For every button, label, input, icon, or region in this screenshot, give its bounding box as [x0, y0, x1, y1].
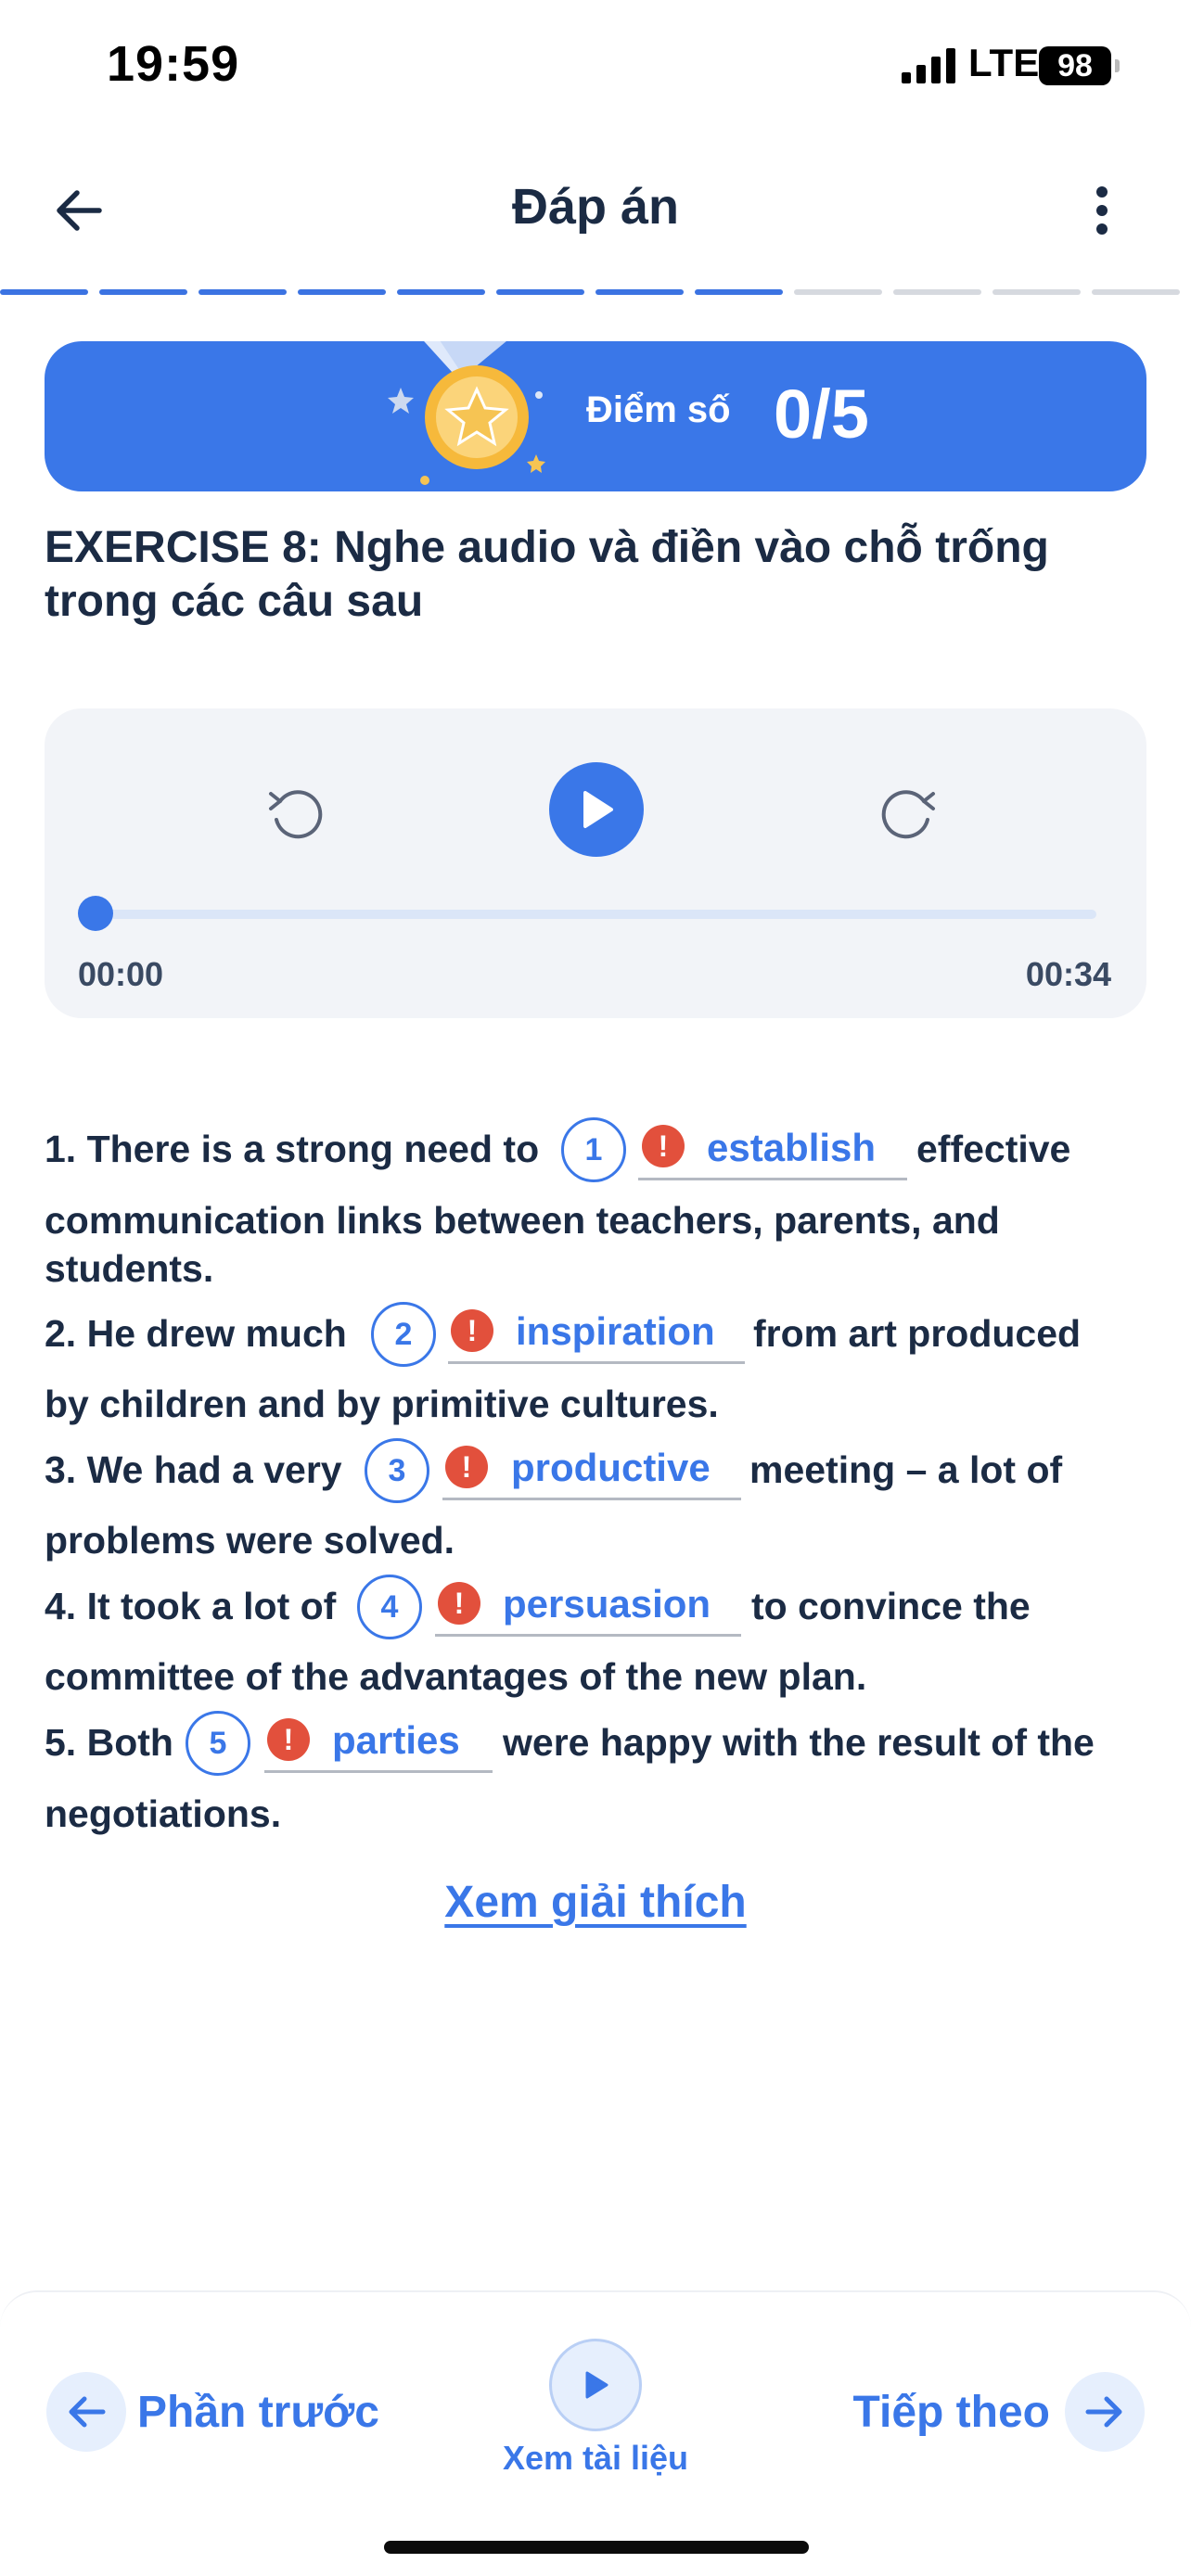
- sentence-4-suffix: to convince the: [751, 1585, 1031, 1627]
- progress-segment: [397, 289, 485, 295]
- play-icon: [585, 2371, 608, 2399]
- more-vertical-icon: [1096, 186, 1108, 235]
- error-icon: !: [451, 1309, 493, 1352]
- answer-2[interactable]: inspiration: [516, 1309, 715, 1354]
- sentence-3-prefix: 3. We had a very: [45, 1448, 342, 1491]
- error-icon: !: [445, 1446, 488, 1488]
- signal-icon: [902, 48, 955, 83]
- rewind-icon[interactable]: [263, 781, 328, 846]
- blank-number-1: 1: [561, 1117, 626, 1182]
- progress-segment: [298, 289, 386, 295]
- error-icon: !: [438, 1582, 480, 1625]
- error-icon: !: [642, 1125, 685, 1167]
- sentence-5-prefix: 5. Both: [45, 1721, 173, 1764]
- next-label: Tiếp theo: [852, 2387, 1050, 2437]
- sentence-1-prefix: 1. There is a strong need to: [45, 1128, 540, 1170]
- more-options-button[interactable]: [1074, 178, 1130, 243]
- error-icon: !: [267, 1718, 310, 1761]
- sentence-5-suffix: were happy with the result of the: [503, 1721, 1095, 1764]
- sentence-3-continuation: problems were solved.: [45, 1519, 455, 1562]
- score-banner: Điểm số 0/5: [45, 341, 1146, 491]
- progress-segment: [496, 289, 584, 295]
- battery-tip: [1115, 59, 1120, 72]
- sentence-1-continuation: students.: [45, 1247, 214, 1290]
- answer-4[interactable]: persuasion: [503, 1582, 711, 1626]
- sentence-4-prefix: 4. It took a lot of: [45, 1585, 337, 1627]
- arrow-right-icon: [1085, 2396, 1122, 2428]
- sentence-3-suffix: meeting – a lot of: [749, 1448, 1063, 1491]
- answer-1[interactable]: establish: [707, 1126, 876, 1170]
- exercise-progress: [0, 289, 1191, 297]
- answer-underline: [435, 1634, 741, 1637]
- explanation-link-wrap: Xem giải thích: [0, 1877, 1191, 1928]
- progress-segment: [0, 289, 88, 295]
- sentence-4-continuation: committee of the advantages of the new p…: [45, 1655, 867, 1698]
- play-icon: [583, 791, 613, 828]
- audio-progress-handle[interactable]: [78, 896, 113, 931]
- audio-player: 00:00 00:34: [45, 708, 1146, 1018]
- document-play-circle: [549, 2339, 642, 2431]
- blank-number-2: 2: [371, 1302, 436, 1367]
- answer-3[interactable]: productive: [511, 1446, 711, 1490]
- score-label: Điểm số: [586, 389, 731, 430]
- progress-segment: [1092, 289, 1180, 295]
- answer-5[interactable]: parties: [332, 1718, 460, 1763]
- answer-underline: [264, 1770, 493, 1773]
- status-time: 19:59: [107, 36, 240, 92]
- sentence-5-continuation: negotiations.: [45, 1792, 282, 1835]
- blank-number-4: 4: [357, 1575, 422, 1639]
- page-title: Đáp án: [511, 179, 680, 235]
- medal-icon: [388, 341, 545, 485]
- answer-underline: [442, 1498, 741, 1500]
- sentence-1-suffix: effective: [916, 1128, 1071, 1170]
- app-header: Đáp án: [0, 158, 1191, 260]
- home-indicator: [384, 2541, 809, 2554]
- network-label: LTE: [968, 41, 1040, 84]
- progress-segment: [794, 289, 882, 295]
- sentence-2-suffix: from art produced: [753, 1312, 1082, 1355]
- blank-number-3: 3: [365, 1438, 429, 1503]
- status-bar: 19:59 LTE 98: [0, 0, 1191, 130]
- view-explanation-link[interactable]: Xem giải thích: [444, 1878, 746, 1927]
- bottom-nav: Phần trước Xem tài liệu Tiếp theo: [0, 2290, 1191, 2576]
- score-value: 0/5: [774, 376, 869, 453]
- progress-segment: [99, 289, 187, 295]
- sentence-2-prefix: 2. He drew much: [45, 1312, 347, 1355]
- next-button[interactable]: Tiếp theo: [853, 2370, 1145, 2454]
- exercise-title: EXERCISE 8: Nghe audio và điền vào chỗ t…: [45, 523, 1049, 626]
- progress-segment: [893, 289, 981, 295]
- sentence-1-continuation: communication links between teachers, pa…: [45, 1199, 1000, 1242]
- current-time: 00:00: [78, 955, 164, 993]
- audio-progress-track[interactable]: [95, 910, 1096, 919]
- next-circle: [1065, 2372, 1145, 2452]
- play-button[interactable]: [549, 762, 644, 857]
- answer-underline: [448, 1361, 745, 1364]
- progress-segment: [992, 289, 1081, 295]
- progress-segment: [695, 289, 783, 295]
- duration: 00:34: [1025, 955, 1111, 993]
- answer-underline: [638, 1178, 907, 1180]
- progress-segment: [596, 289, 684, 295]
- blank-number-5: 5: [186, 1711, 250, 1776]
- progress-segment: [198, 289, 287, 295]
- forward-icon[interactable]: [876, 781, 941, 846]
- sentence-2-continuation: by children and by primitive cultures.: [45, 1383, 719, 1425]
- battery-icon: 98: [1039, 46, 1111, 85]
